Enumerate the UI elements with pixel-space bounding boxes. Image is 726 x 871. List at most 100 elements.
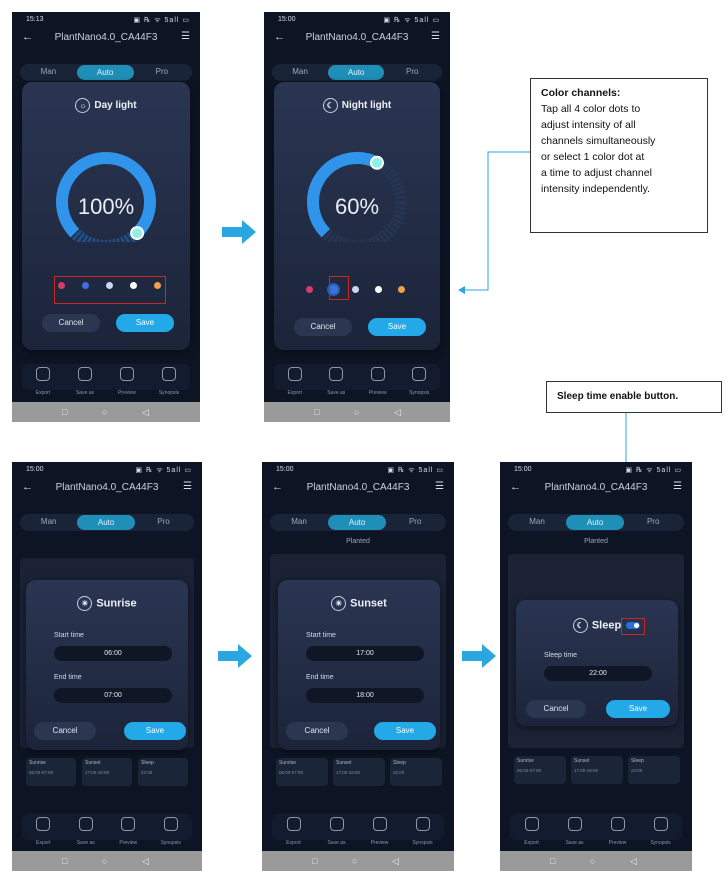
color-dot[interactable]	[375, 286, 382, 293]
tab-pro[interactable]: Pro	[386, 517, 444, 526]
recent-apps-icon[interactable]: □	[62, 407, 67, 417]
save-button[interactable]: Save	[374, 722, 436, 740]
nav-save-as[interactable]: Save as	[316, 367, 358, 399]
recent-apps-icon[interactable]: □	[314, 407, 319, 417]
mode-tabs: Man Auto Pro	[270, 514, 446, 531]
nav-preview[interactable]: Preview	[358, 817, 401, 849]
dialog-title: Sleep	[591, 619, 622, 632]
tab-pro[interactable]: Pro	[134, 67, 191, 76]
sunrise-card[interactable]: Sunrise 06:00-07:00	[26, 758, 76, 786]
moon-icon: ☾	[572, 618, 588, 633]
tab-man[interactable]: Man	[272, 67, 328, 76]
back-icon[interactable]: ◁	[394, 407, 401, 418]
end-time-field[interactable]: 18:00	[306, 688, 424, 703]
nav-label: Synopsis	[409, 390, 430, 396]
sunset-card[interactable]: Sunset 17:00-18:00	[333, 758, 385, 786]
nav-preview[interactable]: Preview	[357, 367, 399, 399]
dialog-header: ☾ Night light	[274, 98, 440, 113]
start-time-field[interactable]: 06:00	[54, 646, 172, 661]
sunrise-card[interactable]: Sunrise 06:00-07:00	[276, 758, 328, 786]
nav-export[interactable]: Export	[272, 817, 315, 849]
home-icon[interactable]: ○	[354, 407, 359, 417]
nav-synopsis[interactable]: Synopsis	[399, 367, 441, 399]
tab-pro[interactable]: Pro	[135, 517, 192, 526]
nav-export[interactable]: Export	[22, 817, 65, 849]
intensity-gauge[interactable]	[22, 122, 190, 242]
cancel-button[interactable]: Cancel	[526, 700, 586, 718]
start-time-field[interactable]: 17:00	[306, 646, 424, 661]
color-dot[interactable]	[398, 286, 405, 293]
home-icon[interactable]: ○	[590, 856, 595, 866]
tab-man[interactable]: Man	[270, 517, 328, 526]
menu-icon[interactable]: ☰	[183, 481, 192, 492]
sleep-card[interactable]: Sleep 22:00	[390, 758, 442, 786]
nav-save-as[interactable]: Save as	[65, 817, 108, 849]
color-dot[interactable]	[306, 286, 313, 293]
recent-apps-icon[interactable]: □	[312, 856, 317, 866]
nav-export[interactable]: Export	[510, 817, 553, 849]
menu-icon[interactable]: ☰	[181, 31, 190, 42]
nav-save-as[interactable]: Save as	[315, 817, 358, 849]
nav-preview[interactable]: Preview	[106, 367, 148, 399]
tab-auto[interactable]: Auto	[76, 65, 134, 80]
nav-synopsis[interactable]: Synopsis	[639, 817, 682, 849]
back-icon[interactable]: ◁	[142, 856, 149, 867]
nav-label: Save as	[565, 840, 584, 846]
sleep-card[interactable]: Sleep 22:00	[628, 756, 680, 784]
cancel-button[interactable]: Cancel	[294, 318, 352, 336]
back-icon[interactable]: ◁	[392, 856, 399, 867]
end-time-field[interactable]: 07:00	[54, 688, 172, 703]
nav-label: Save as	[75, 390, 95, 396]
tab-auto[interactable]: Auto	[328, 515, 387, 530]
card-value: 06:00-07:00	[29, 770, 54, 775]
nav-preview[interactable]: Preview	[107, 817, 150, 849]
status-time: 15:00	[26, 466, 44, 473]
intensity-percent: 60%	[334, 194, 380, 219]
tab-auto[interactable]: Auto	[566, 515, 625, 530]
intensity-gauge[interactable]	[274, 122, 440, 242]
nav-synopsis[interactable]: Synopsis	[150, 817, 193, 849]
sleep-card[interactable]: Sleep 22:00	[138, 758, 188, 786]
menu-icon[interactable]: ☰	[431, 31, 440, 42]
tab-man[interactable]: Man	[20, 517, 77, 526]
nav-preview[interactable]: Preview	[596, 817, 639, 849]
save-button[interactable]: Save	[116, 314, 174, 332]
sunrise-card[interactable]: Sunrise 06:00-07:00	[514, 756, 566, 784]
menu-icon[interactable]: ☰	[673, 481, 682, 492]
sleep-time-field[interactable]: 22:00	[544, 666, 652, 681]
color-dot[interactable]	[352, 286, 359, 293]
cancel-button[interactable]: Cancel	[34, 722, 96, 740]
recent-apps-icon[interactable]: □	[550, 856, 555, 866]
tab-pro[interactable]: Pro	[624, 517, 682, 526]
cancel-button[interactable]: Cancel	[286, 722, 348, 740]
nav-synopsis[interactable]: Synopsis	[148, 367, 190, 399]
sunset-card[interactable]: Sunset 17:00-18:00	[82, 758, 132, 786]
sunset-card[interactable]: Sunset 17:00-18:00	[571, 756, 623, 784]
nav-synopsis[interactable]: Synopsis	[401, 817, 444, 849]
save-button[interactable]: Save	[606, 700, 670, 718]
home-icon[interactable]: ○	[102, 856, 107, 866]
tab-man[interactable]: Man	[508, 517, 566, 526]
nav-export[interactable]: Export	[22, 367, 64, 399]
home-icon[interactable]: ○	[352, 856, 357, 866]
save-button[interactable]: Save	[368, 318, 426, 336]
tab-man[interactable]: Man	[20, 67, 77, 76]
menu-icon[interactable]: ☰	[435, 481, 444, 492]
tab-auto[interactable]: Auto	[77, 515, 135, 530]
tab-pro[interactable]: Pro	[384, 67, 440, 76]
save-button[interactable]: Save	[124, 722, 186, 740]
nav-export[interactable]: Export	[274, 367, 316, 399]
nav-save-as[interactable]: Save as	[64, 367, 106, 399]
back-icon[interactable]: ◁	[142, 407, 149, 418]
export-icon	[36, 817, 51, 831]
dialog-header: ☾ Sleep	[516, 618, 678, 633]
home-icon[interactable]: ○	[102, 407, 107, 417]
back-icon[interactable]: ◁	[630, 856, 637, 867]
cancel-button[interactable]: Cancel	[42, 314, 100, 332]
dialog-header: ☼ Day light	[22, 98, 190, 113]
nav-save-as[interactable]: Save as	[553, 817, 596, 849]
recent-apps-icon[interactable]: □	[62, 856, 67, 866]
nav-label: Export	[287, 390, 302, 396]
phone-screen-sunset: 15:00 ▣ ℞ ᯤ 5all ▭ ← PlantNano4.0_CA44F3…	[262, 462, 454, 871]
tab-auto[interactable]: Auto	[328, 65, 385, 80]
